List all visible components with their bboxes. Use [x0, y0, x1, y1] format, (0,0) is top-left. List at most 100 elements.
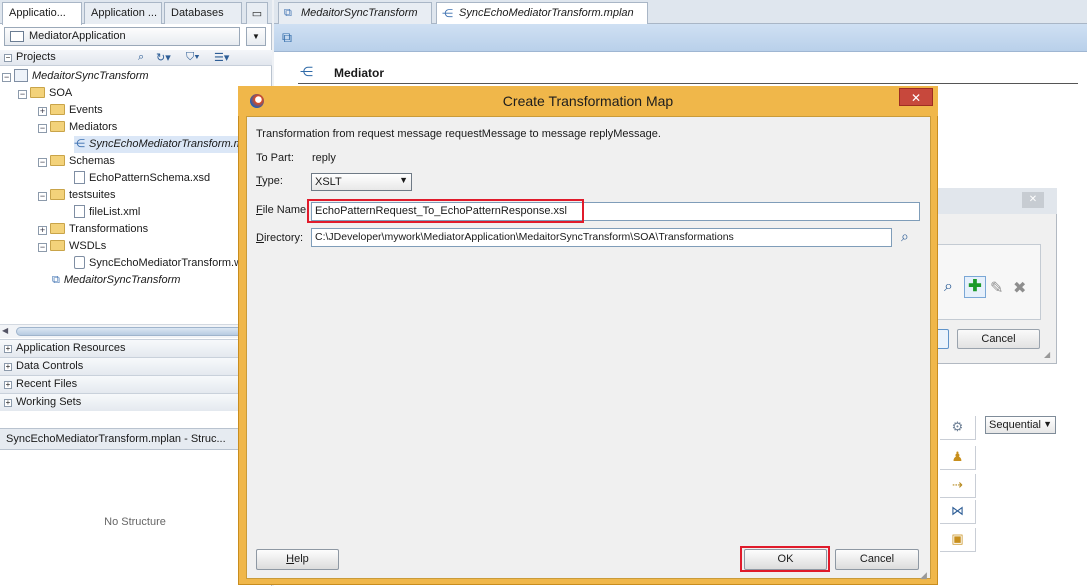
- tab-applications[interactable]: Applicatio...: [2, 2, 82, 25]
- filter-icon[interactable]: ⛉▾: [186, 51, 200, 64]
- minimize-icon[interactable]: ▭: [246, 2, 268, 24]
- sequential-value: Sequential: [989, 419, 1041, 431]
- directory-label: Directory:: [256, 232, 304, 244]
- collapse-icon[interactable]: −: [38, 158, 47, 167]
- box-icon[interactable]: ▣: [940, 528, 976, 552]
- split-icon[interactable]: ⋈: [940, 500, 976, 524]
- accordion-working-sets[interactable]: + Working Sets: [0, 393, 272, 411]
- directory-value: C:\JDeveloper\mywork\MediatorApplication…: [315, 231, 734, 243]
- help-label: Help: [286, 553, 309, 565]
- view-options-icon[interactable]: ☰▾: [214, 51, 229, 64]
- composite-icon[interactable]: ⧉: [282, 29, 292, 46]
- expand-icon[interactable]: +: [4, 345, 12, 353]
- tree-label: WSDLs: [69, 240, 107, 252]
- scrollbar-thumb[interactable]: [16, 327, 246, 336]
- structure-tab-label: SyncEchoMediatorTransform.mplan - Struc.…: [6, 433, 226, 445]
- close-icon[interactable]: ✕: [1022, 192, 1044, 208]
- resize-grip-icon[interactable]: ◢: [1044, 350, 1050, 359]
- tree-label: fileList.xml: [89, 206, 141, 218]
- tree-file-mplan[interactable]: ⋲ SyncEchoMediatorTransform.m: [74, 136, 240, 153]
- help-button[interactable]: Help: [256, 549, 339, 570]
- directory-field[interactable]: C:\JDeveloper\mywork\MediatorApplication…: [311, 228, 892, 247]
- edit-icon[interactable]: ✎: [990, 278, 1003, 298]
- tab-databases[interactable]: Databases: [164, 2, 242, 24]
- dialog-description: Transformation from request message requ…: [256, 128, 661, 140]
- tree-folder-soa[interactable]: − SOA: [18, 85, 72, 102]
- search-icon[interactable]: ⌕: [138, 51, 144, 64]
- close-icon[interactable]: ✕: [899, 88, 933, 106]
- expand-icon[interactable]: +: [4, 363, 12, 371]
- cancel-label: Cancel: [859, 553, 895, 565]
- expand-icon[interactable]: +: [38, 226, 47, 235]
- chevron-down-icon: ▼: [1043, 419, 1052, 429]
- accordion-label: Application Resources: [16, 342, 126, 354]
- application-selector-value: MediatorApplication: [29, 30, 126, 42]
- collapse-icon[interactable]: −: [2, 73, 11, 82]
- resize-grip-icon[interactable]: ◢: [920, 570, 930, 580]
- folder-icon: [50, 240, 65, 251]
- editor-toolbar: ⧉: [274, 24, 1087, 52]
- gear-icon[interactable]: ⚙: [940, 416, 976, 440]
- tab-application-server[interactable]: Application ...: [84, 2, 162, 24]
- sequential-select[interactable]: Sequential ▼: [985, 416, 1056, 434]
- tab-medaitor-sync-transform[interactable]: ⧉ MedaitorSyncTransform: [278, 2, 432, 24]
- tree-file-wsdl[interactable]: SyncEchoMediatorTransform.w: [74, 255, 240, 272]
- folder-icon: [50, 104, 65, 115]
- search-icon[interactable]: ⌕: [944, 278, 953, 296]
- cancel-button[interactable]: Cancel: [835, 549, 919, 570]
- tree-folder-wsdls[interactable]: − WSDLs: [38, 238, 106, 255]
- accordion-data-controls[interactable]: + Data Controls: [0, 357, 272, 375]
- collapse-icon[interactable]: −: [38, 124, 47, 133]
- highlight-box: [740, 546, 830, 572]
- tree-folder-mediators[interactable]: − Mediators: [38, 119, 117, 136]
- structure-panel-tab[interactable]: SyncEchoMediatorTransform.mplan - Struc.…: [0, 428, 272, 450]
- tree-label: testsuites: [69, 189, 116, 201]
- tree-file-filelist[interactable]: fileList.xml: [74, 204, 140, 221]
- expand-icon[interactable]: +: [4, 399, 12, 407]
- type-select[interactable]: XSLT ▼: [311, 173, 412, 191]
- add-icon[interactable]: ✚: [964, 276, 986, 298]
- xml-file-icon: [74, 205, 85, 218]
- tree-folder-transformations[interactable]: + Transformations: [38, 221, 148, 238]
- folder-icon: [50, 223, 65, 234]
- xsd-file-icon: [74, 171, 85, 184]
- background-cancel-button[interactable]: Cancel: [957, 329, 1040, 349]
- tab-mplan[interactable]: ⋲ SyncEchoMediatorTransform.mplan: [436, 2, 648, 24]
- application-selector[interactable]: MediatorApplication: [4, 27, 240, 46]
- tree-folder-events[interactable]: + Events: [38, 102, 103, 119]
- delete-icon[interactable]: ✖: [1013, 278, 1026, 298]
- assign-icon[interactable]: ⇢: [940, 474, 976, 498]
- search-icon[interactable]: ⌕: [901, 228, 909, 245]
- mediator-icon: ⋲: [74, 138, 85, 150]
- expand-icon[interactable]: +: [4, 381, 12, 389]
- person-icon[interactable]: ♟: [940, 446, 976, 470]
- tree-label: Schemas: [69, 155, 115, 167]
- tree-folder-schemas[interactable]: − Schemas: [38, 153, 115, 170]
- tree-label: SOA: [49, 87, 73, 99]
- folder-icon: [50, 189, 65, 200]
- application-icon: [10, 31, 24, 42]
- collapse-icon[interactable]: −: [38, 192, 47, 201]
- projects-bar[interactable]: − Projects ⌕ ↻▾ ⛉▾ ☰▾: [0, 50, 272, 66]
- collapse-icon[interactable]: −: [38, 243, 47, 252]
- application-navigator: Applicatio... Application ... Databases …: [0, 0, 272, 586]
- collapse-icon[interactable]: −: [18, 90, 27, 99]
- expand-icon[interactable]: +: [38, 107, 47, 116]
- accordion-application-resources[interactable]: + Application Resources: [0, 339, 272, 357]
- tree-file-xsd[interactable]: EchoPatternSchema.xsd: [74, 170, 210, 187]
- tree-label: Transformations: [69, 223, 149, 235]
- tree-folder-testsuites[interactable]: − testsuites: [38, 187, 115, 204]
- tree-label: MedaitorSyncTransform: [32, 70, 149, 82]
- scroll-left-icon[interactable]: ◀: [2, 326, 8, 335]
- component-palette: ⚙ ♟ ⇢ ⋈ ▣: [936, 410, 980, 560]
- mediator-icon: ⋲: [442, 8, 453, 20]
- tree-project-root[interactable]: − MedaitorSyncTransform: [2, 68, 149, 85]
- to-part-value: reply: [312, 152, 336, 164]
- tree-composite[interactable]: ⧉ MedaitorSyncTransform: [52, 272, 180, 289]
- collapse-icon[interactable]: −: [4, 54, 12, 62]
- application-menu-button[interactable]: ▼: [246, 27, 266, 46]
- project-icon: [14, 69, 28, 82]
- refresh-icon[interactable]: ↻▾: [156, 51, 171, 64]
- dialog-titlebar[interactable]: Create Transformation Map: [238, 86, 938, 116]
- accordion-recent-files[interactable]: + Recent Files: [0, 375, 272, 393]
